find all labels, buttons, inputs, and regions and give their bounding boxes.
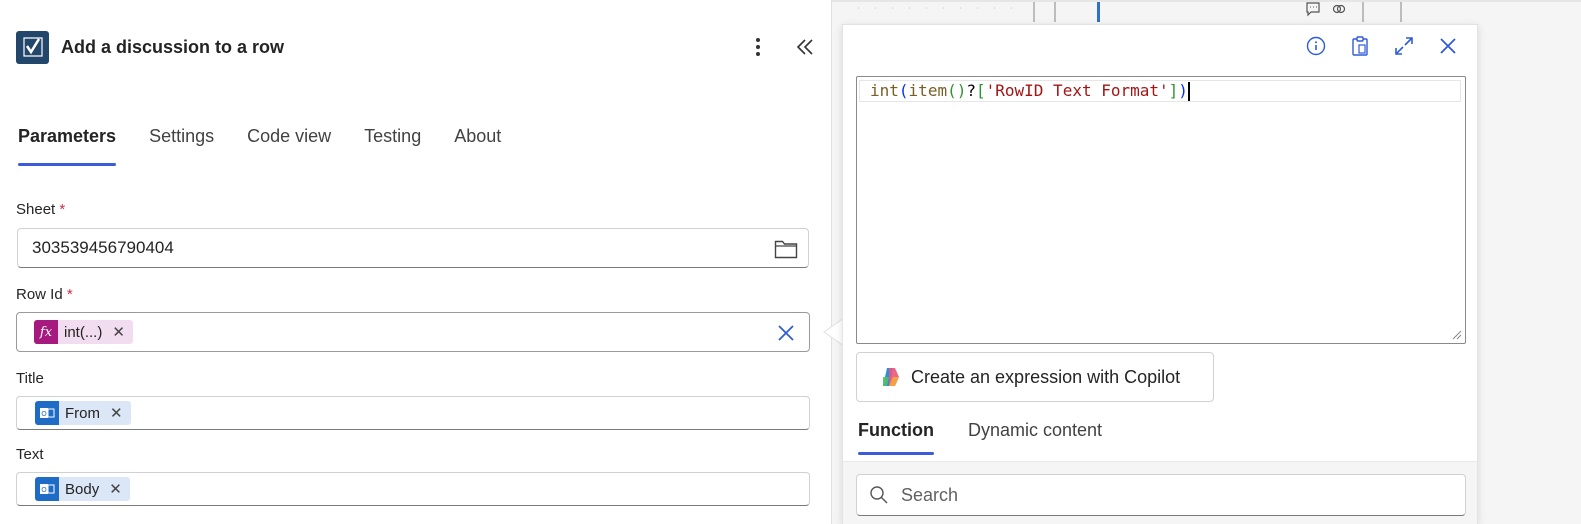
canvas-dots (850, 6, 1020, 10)
tab-function[interactable]: Function (858, 420, 934, 455)
collapse-panel-button[interactable] (792, 34, 818, 60)
panel-tabs: Parameters Settings Code view Testing Ab… (18, 122, 534, 166)
more-options-button[interactable] (746, 34, 770, 60)
row-id-label: Row Id * (16, 286, 73, 303)
remove-token-icon[interactable]: ✕ (109, 480, 122, 498)
svg-text:O: O (41, 410, 47, 418)
tab-testing[interactable]: Testing (364, 122, 421, 166)
sheet-value: 303539456790404 (32, 238, 174, 257)
canvas-connector-selected (1097, 0, 1100, 22)
text-label: Text (16, 446, 44, 463)
remove-token-icon[interactable]: ✕ (110, 404, 123, 422)
action-details-panel: Add a discussion to a row Parameters Set… (0, 0, 832, 524)
create-expression-copilot-button[interactable]: Create an expression with Copilot (856, 352, 1214, 402)
clear-field-icon[interactable] (775, 322, 797, 344)
sheet-label: Sheet * (16, 201, 66, 218)
token-label: int(...) (64, 323, 103, 341)
expression-editor-popup: int(item()?['RowID Text Format']) Create… (842, 24, 1478, 524)
expression-tabs: Function Dynamic content (858, 420, 1136, 455)
popup-toolbar (1305, 35, 1459, 57)
tab-dynamic-content[interactable]: Dynamic content (968, 420, 1102, 455)
fx-icon: fx (34, 320, 58, 344)
dynamic-content-token[interactable]: O Body ✕ (35, 477, 130, 501)
expression-token[interactable]: fx int(...) ✕ (34, 320, 133, 344)
code-string: 'RowID Text Format' (985, 81, 1169, 100)
folder-icon[interactable] (774, 238, 798, 260)
clipboard-icon[interactable] (1349, 35, 1371, 57)
link-icon[interactable] (1331, 1, 1347, 17)
copilot-icon (883, 368, 899, 386)
code-operator: ? (966, 81, 976, 100)
required-indicator: * (66, 286, 73, 303)
search-icon (870, 486, 888, 504)
code-paren: ) (1178, 81, 1188, 100)
sheet-field[interactable]: 303539456790404 (17, 228, 809, 268)
code-paren: ( (898, 81, 909, 100)
tab-parameters[interactable]: Parameters (18, 122, 117, 166)
canvas-connector (1400, 0, 1402, 22)
canvas-connector (1054, 0, 1056, 22)
code-bracket: ] (1168, 81, 1179, 100)
remove-token-icon[interactable]: ✕ (112, 323, 125, 341)
tab-settings[interactable]: Settings (149, 122, 214, 166)
search-input[interactable] (901, 484, 1441, 506)
function-search-box[interactable] (856, 474, 1466, 516)
title-label: Title (16, 370, 44, 387)
text-field[interactable]: O Body ✕ (16, 472, 810, 506)
copilot-button-label: Create an expression with Copilot (911, 366, 1181, 387)
token-label: From (65, 404, 100, 422)
code-bracket: [ (975, 81, 986, 100)
code-function: item (908, 81, 948, 100)
canvas-node-icons (1305, 0, 1355, 18)
comment-icon[interactable] (1305, 1, 1321, 17)
double-chevron-left-icon (796, 39, 813, 55)
expression-code-line[interactable]: int(item()?['RowID Text Format']) (859, 80, 1461, 102)
token-label: Body (65, 480, 100, 498)
dynamic-content-token[interactable]: O From ✕ (35, 401, 131, 425)
more-vertical-icon (756, 38, 760, 56)
expand-icon[interactable] (1393, 35, 1415, 57)
row-id-field[interactable]: fx int(...) ✕ (16, 312, 810, 352)
title-field[interactable]: O From ✕ (16, 396, 810, 430)
svg-text:O: O (41, 486, 47, 494)
tab-about[interactable]: About (454, 122, 501, 166)
outlook-icon: O (35, 477, 59, 501)
smartsheet-logo-icon (16, 30, 49, 64)
code-call: () (947, 81, 967, 100)
panel-header: Add a discussion to a row (16, 30, 816, 64)
app-root: Add a discussion to a row Parameters Set… (0, 0, 1581, 524)
info-icon[interactable] (1305, 35, 1327, 57)
expression-input[interactable]: int(item()?['RowID Text Format']) (856, 76, 1466, 344)
page-title: Add a discussion to a row (61, 36, 285, 57)
text-caret (1187, 82, 1190, 101)
required-indicator: * (59, 201, 66, 218)
canvas-connector (1362, 0, 1364, 22)
code-function: int (870, 81, 899, 100)
close-icon[interactable] (1437, 35, 1459, 57)
tab-code-view[interactable]: Code view (247, 122, 331, 166)
canvas-connector (1033, 0, 1035, 22)
resize-grip-icon[interactable] (1450, 328, 1462, 340)
outlook-icon: O (35, 401, 59, 425)
